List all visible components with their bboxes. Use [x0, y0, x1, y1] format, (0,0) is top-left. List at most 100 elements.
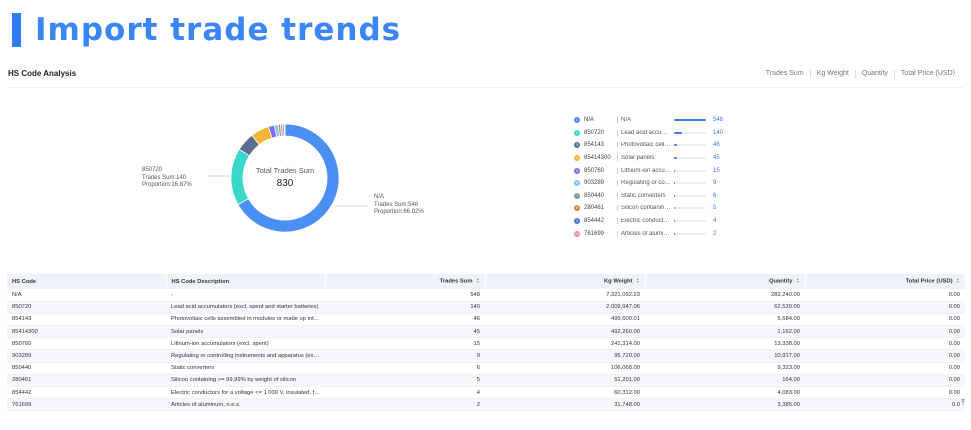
- donut-center: Total Trades Sum 830: [242, 166, 328, 189]
- table-row[interactable]: 903289 Regulating or controlling instrume…: [7, 349, 965, 363]
- table-cell: 140: [325, 301, 485, 314]
- donut-center-value: 830: [276, 178, 294, 189]
- legend-marker-icon: 6: [574, 180, 580, 187]
- table-cell: 4,083.00: [645, 386, 805, 400]
- column-header-quantity[interactable]: Quantity ▲ ▼: [645, 274, 806, 289]
- tab-trades-sum[interactable]: Trades Sum: [760, 70, 810, 77]
- page-title: Import trade trends: [35, 12, 402, 48]
- sort-icon[interactable]: ▲ ▼: [635, 277, 639, 284]
- table-cell: Static converters: [166, 362, 325, 375]
- legend-marker-icon: 5: [574, 167, 580, 174]
- legend-bar-fill: [674, 207, 675, 210]
- legend-item[interactable]: 4 85414300 Solar panels 45: [574, 152, 724, 165]
- sort-icon[interactable]: ▲ ▼: [795, 277, 799, 284]
- hs-code-table: HS Code HS Code Description Trades Sum ▲ ▼…: [7, 274, 966, 412]
- legend-item[interactable]: 5 850760 Lithium-ion accum... 15: [574, 164, 724, 177]
- legend-divider: [617, 205, 618, 212]
- table-row[interactable]: 761699 Articles of aluminum, n.e.s. 2 31,74…: [7, 398, 965, 412]
- table-cell: 2,009,947.06: [485, 301, 645, 314]
- legend-value: 4: [713, 218, 717, 225]
- legend-bar-track: [674, 194, 706, 197]
- column-header-description: HS Code Description: [166, 274, 326, 289]
- legend-value: 45: [713, 155, 720, 162]
- legend-value: 140: [713, 129, 724, 136]
- table-cell: 9,323.00: [645, 362, 805, 375]
- table-cell: 4: [325, 386, 485, 400]
- table-cell: 9: [325, 349, 485, 363]
- table-cell: N/A: [7, 289, 166, 302]
- tab-kg-weight[interactable]: Kg Weight: [811, 70, 855, 77]
- table-row[interactable]: 854143 Photovoltaic cells assembled in mo…: [7, 313, 965, 327]
- table-cell: 903289: [7, 349, 166, 363]
- table-cell: Articles of aluminum, n.e.s.: [166, 398, 325, 412]
- table-row[interactable]: 854442 Electric conductors for a voltage …: [7, 386, 965, 400]
- table-cell: 15: [325, 337, 485, 351]
- legend-code: N/A: [584, 117, 595, 124]
- table-cell: 0.00: [805, 374, 965, 388]
- table-cell: 854143: [7, 313, 166, 327]
- table-row[interactable]: N/A -548 7,321,092.23 283,240.00 0.00: [7, 289, 965, 302]
- sort-icon[interactable]: ▲ ▼: [955, 277, 959, 284]
- column-header-kg-weight[interactable]: Kg Weight ▲ ▼: [485, 274, 646, 289]
- page-header: Import trade trends: [12, 10, 401, 50]
- chart-legend: 1N/AN/A5482850720Lead acid accumula...14…: [574, 114, 724, 240]
- legend-item[interactable]: 10 761699 Articles of aluminu... 2: [574, 227, 724, 240]
- tab-quantity[interactable]: Quantity: [856, 70, 894, 77]
- table-cell: 31,748.00: [485, 398, 645, 412]
- legend-description: Static converters: [621, 192, 666, 199]
- legend-item[interactable]: 2 850720 Lead acid accumula... 140: [574, 127, 724, 140]
- legend-divider: [617, 117, 618, 124]
- table-cell: 85414300: [7, 325, 166, 339]
- table-cell: 280461: [7, 374, 166, 388]
- table-cell: 0.00: [805, 325, 965, 339]
- donut-callout-850720: 850720 Trades Sum:140 Proportion:16.87%: [142, 167, 192, 190]
- legend-item[interactable]: 9 854442 Electric conductors ... 4: [574, 215, 724, 228]
- metric-tabs: Trades Sum Kg Weight Quantity Total Pric…: [760, 69, 963, 78]
- arrow-up-icon[interactable]: ⤒: [958, 398, 968, 408]
- column-header-total-price[interactable]: Total Price (USD) ▲ ▼: [805, 274, 966, 289]
- table-row[interactable]: 280461 Silicon containing >= 99,99% by we…: [7, 374, 965, 388]
- legend-divider: [617, 142, 618, 149]
- legend-divider: [617, 180, 618, 187]
- legend-code: 850760: [584, 167, 605, 174]
- legend-bar-track: [674, 144, 706, 147]
- legend-item[interactable]: 1 N/A N/A 548: [574, 114, 724, 127]
- legend-value: 548: [713, 117, 724, 124]
- table-cell: 2: [325, 398, 485, 412]
- table-body: N/A -548 7,321,092.23 283,240.00 0.00 850720 L…: [7, 289, 965, 412]
- tab-total-price[interactable]: Total Price (USD): [895, 70, 961, 77]
- table-cell: Lead acid accumulators (excl. spent and …: [166, 301, 325, 314]
- table-row[interactable]: 850720 Lead acid accumulators (excl. spen…: [7, 301, 965, 314]
- legend-description: Articles of aluminu...: [621, 230, 671, 237]
- legend-item[interactable]: 3 854143 Photovoltaic cells a... 46: [574, 139, 724, 152]
- table-cell: 548: [325, 289, 485, 302]
- legend-item[interactable]: 6 903289 Regulating or contr... 9: [574, 177, 724, 190]
- legend-divider: [617, 155, 618, 162]
- legend-value: 6: [713, 192, 717, 199]
- table-cell: 499,600.01: [485, 313, 645, 327]
- column-header-trades-sum[interactable]: Trades Sum ▲ ▼: [325, 274, 486, 289]
- table-row[interactable]: 85414300 Solar panels 45 492,260.00 1,162.00…: [7, 325, 965, 339]
- legend-marker-icon: 8: [574, 205, 580, 212]
- table-cell: Electric conductors for a voltage <= 1 0…: [166, 386, 325, 400]
- table-cell: 10,917.00: [645, 349, 805, 363]
- legend-bar-fill: [674, 182, 675, 185]
- table-header-row: HS Code HS Code Description Trades Sum ▲ ▼…: [7, 274, 966, 289]
- legend-item[interactable]: 8 280461 Silicon containing >... 5: [574, 202, 724, 215]
- table-row[interactable]: 850440 Static converters 6 106,068.00 9,323.…: [7, 362, 965, 375]
- legend-description: Electric conductors ...: [621, 218, 671, 225]
- callout-proportion: Proportion:16.87%: [142, 182, 192, 188]
- donut-slice-761699[interactable]: [283, 123, 286, 137]
- legend-bar-fill: [674, 131, 683, 134]
- table-cell: 62,520.00: [645, 301, 805, 314]
- table-row[interactable]: 850760 Lithium-ion accumulators (excl. sp…: [7, 337, 965, 351]
- table-cell: 13,338.00: [645, 337, 805, 351]
- legend-item[interactable]: 7 850440 Static converters 6: [574, 190, 724, 203]
- table-cell: 106,068.00: [485, 362, 645, 375]
- table-cell: 850760: [7, 337, 166, 351]
- table-cell: 6: [325, 362, 485, 375]
- sort-icon[interactable]: ▲ ▼: [475, 277, 479, 284]
- legend-bar-fill: [674, 232, 675, 235]
- legend-bar-track: [674, 220, 706, 223]
- table-cell: 492,260.00: [485, 325, 645, 339]
